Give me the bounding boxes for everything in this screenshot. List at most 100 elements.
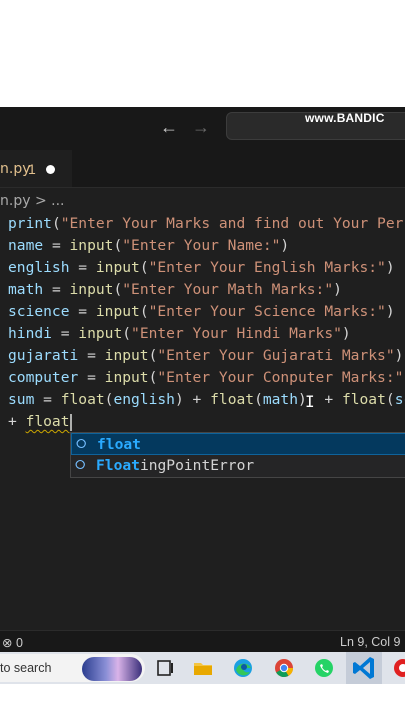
code-token: ) bbox=[385, 303, 395, 320]
code-token: "Enter Your English Marks:" bbox=[148, 259, 386, 276]
code-token: "Enter Your Math Marks:" bbox=[122, 281, 334, 298]
status-bar: ⊗ 0 Ln 9, Col 9 bbox=[0, 630, 405, 653]
code-token: ( bbox=[122, 325, 132, 342]
suggestion-label-rest: ingPointError bbox=[139, 457, 255, 474]
code-token: = bbox=[43, 281, 70, 298]
code-token: "Enter Your Gujarati Marks" bbox=[157, 347, 395, 364]
code-token: input bbox=[95, 259, 140, 276]
code-token: ( bbox=[139, 259, 149, 276]
recorder-watermark: www.BANDIC bbox=[305, 111, 385, 125]
code-token: = bbox=[78, 369, 105, 386]
code-token: english bbox=[8, 259, 70, 276]
code-line-hindi[interactable]: hindi = input("Enter Your Hindi Marks") bbox=[8, 323, 405, 345]
breadcrumb[interactable]: n.py > ... bbox=[0, 193, 64, 209]
code-token: ) bbox=[341, 325, 351, 342]
code-token: float bbox=[341, 391, 386, 408]
text-caret bbox=[69, 413, 72, 431]
problems-indicator[interactable]: ⊗ 0 bbox=[2, 635, 23, 650]
code-token: ) bbox=[280, 237, 290, 254]
code-token: ( bbox=[254, 391, 263, 408]
code-token: input bbox=[95, 303, 140, 320]
code-token: name bbox=[8, 237, 44, 254]
code-token: "Enter Your Name:" bbox=[122, 237, 281, 254]
code-token: english bbox=[113, 391, 175, 408]
code-line-english[interactable]: english = input("Enter Your English Mark… bbox=[8, 257, 405, 279]
whatsapp-icon[interactable] bbox=[313, 657, 335, 679]
suggestion-label: float bbox=[97, 436, 141, 453]
code-token: ) + bbox=[174, 391, 211, 408]
code-token: "Enter Your Science Marks:" bbox=[148, 303, 386, 320]
code-token: sum bbox=[8, 391, 35, 408]
search-highlight-image bbox=[82, 657, 142, 681]
code-line-science[interactable]: science = input("Enter Your Science Mark… bbox=[8, 301, 405, 323]
class-symbol-icon: ⭘ bbox=[76, 437, 87, 452]
forward-arrow-icon[interactable]: → bbox=[192, 117, 210, 137]
code-token: ) bbox=[385, 259, 395, 276]
code-token: input bbox=[104, 369, 149, 386]
vscode-icon bbox=[353, 657, 374, 679]
code-line-continuation[interactable]: + float bbox=[8, 411, 405, 433]
code-line-gujarati[interactable]: gujarati = input("Enter Your Gujarati Ma… bbox=[8, 345, 405, 367]
code-token: sc bbox=[394, 391, 405, 408]
code-token: gujarati bbox=[8, 347, 79, 364]
back-arrow-icon[interactable]: ← bbox=[160, 117, 178, 137]
suggestion-float[interactable]: ⭘ float bbox=[71, 433, 405, 455]
code-token: "Enter Your Hindi Marks" bbox=[131, 325, 342, 342]
code-token: = bbox=[69, 259, 96, 276]
tab-filename: n.py bbox=[0, 161, 31, 177]
search-placeholder: to search bbox=[0, 661, 52, 675]
mouse-ibeam-cursor-icon: I bbox=[305, 392, 315, 411]
code-token: ) bbox=[333, 281, 342, 298]
unsaved-dot-icon[interactable] bbox=[46, 165, 55, 174]
code-token: hindi bbox=[8, 325, 52, 342]
chrome-browser-icon[interactable] bbox=[273, 657, 295, 679]
code-token: computer bbox=[8, 369, 79, 386]
recording-app-icon[interactable] bbox=[392, 657, 405, 679]
code-token: math bbox=[262, 391, 299, 408]
code-token: = bbox=[51, 325, 79, 342]
tab-active-file[interactable]: n.py 1 bbox=[0, 150, 72, 187]
taskbar-search[interactable]: to search bbox=[0, 654, 145, 682]
code-token: = bbox=[43, 237, 70, 254]
code-token: float bbox=[210, 391, 255, 408]
title-bar: ← → www.BANDIC bbox=[0, 107, 405, 150]
edge-browser-icon[interactable] bbox=[232, 657, 254, 679]
code-line-math[interactable]: math = input("Enter Your Math Marks:") bbox=[8, 279, 405, 301]
vscode-window: ← → www.BANDIC n.py 1 n.py > ... print("… bbox=[0, 107, 405, 684]
code-token: input bbox=[104, 347, 149, 364]
suggestion-label-match: Float bbox=[96, 457, 140, 474]
autocomplete-suggestions: ⭘ float ⭘ FloatingPointError bbox=[70, 432, 405, 478]
code-line-name[interactable]: name = input("Enter Your Name:") bbox=[8, 235, 405, 257]
task-view-icon[interactable] bbox=[154, 657, 176, 679]
code-token: float bbox=[25, 413, 70, 430]
code-line-sum[interactable]: sum = float(english) + float(math) + flo… bbox=[8, 389, 405, 411]
suggestion-floatingpointerror[interactable]: ⭘ FloatingPointError bbox=[71, 455, 405, 477]
code-token: "Enter Your Marks and find out Your Per bbox=[60, 215, 404, 232]
code-token: = bbox=[69, 303, 96, 320]
code-token: input bbox=[69, 281, 114, 298]
code-line-print[interactable]: print("Enter Your Marks and find out You… bbox=[8, 213, 405, 235]
editor-tab-bar: n.py 1 bbox=[0, 150, 405, 188]
code-token: science bbox=[8, 303, 70, 320]
code-token: ( bbox=[139, 303, 149, 320]
cursor-position[interactable]: Ln 9, Col 9 bbox=[340, 635, 400, 649]
code-token: ( bbox=[385, 391, 395, 408]
tab-problem-count: 1 bbox=[28, 161, 36, 177]
code-token: input bbox=[69, 237, 114, 254]
code-editor[interactable]: print ( "Enter Your Marks and find out You… bbox=[8, 213, 405, 433]
problems-count: 0 bbox=[15, 636, 23, 650]
code-token: ( bbox=[113, 281, 123, 298]
code-token: math bbox=[8, 281, 44, 298]
code-token: ( bbox=[113, 237, 123, 254]
class-symbol-icon: ⭘ bbox=[75, 458, 86, 473]
code-token: + bbox=[8, 413, 26, 430]
code-token: ) bbox=[394, 347, 404, 364]
code-token: "Enter Your Conputer Marks:" bbox=[157, 369, 404, 386]
code-line-computer[interactable]: computer = input("Enter Your Conputer Ma… bbox=[8, 367, 405, 389]
vscode-taskbar-button[interactable] bbox=[346, 652, 382, 684]
code-token: = bbox=[34, 391, 61, 408]
warning-icon: ⊗ bbox=[2, 636, 13, 650]
code-token: = bbox=[78, 347, 105, 364]
file-explorer-icon[interactable] bbox=[192, 657, 214, 679]
code-token: print bbox=[8, 215, 52, 232]
